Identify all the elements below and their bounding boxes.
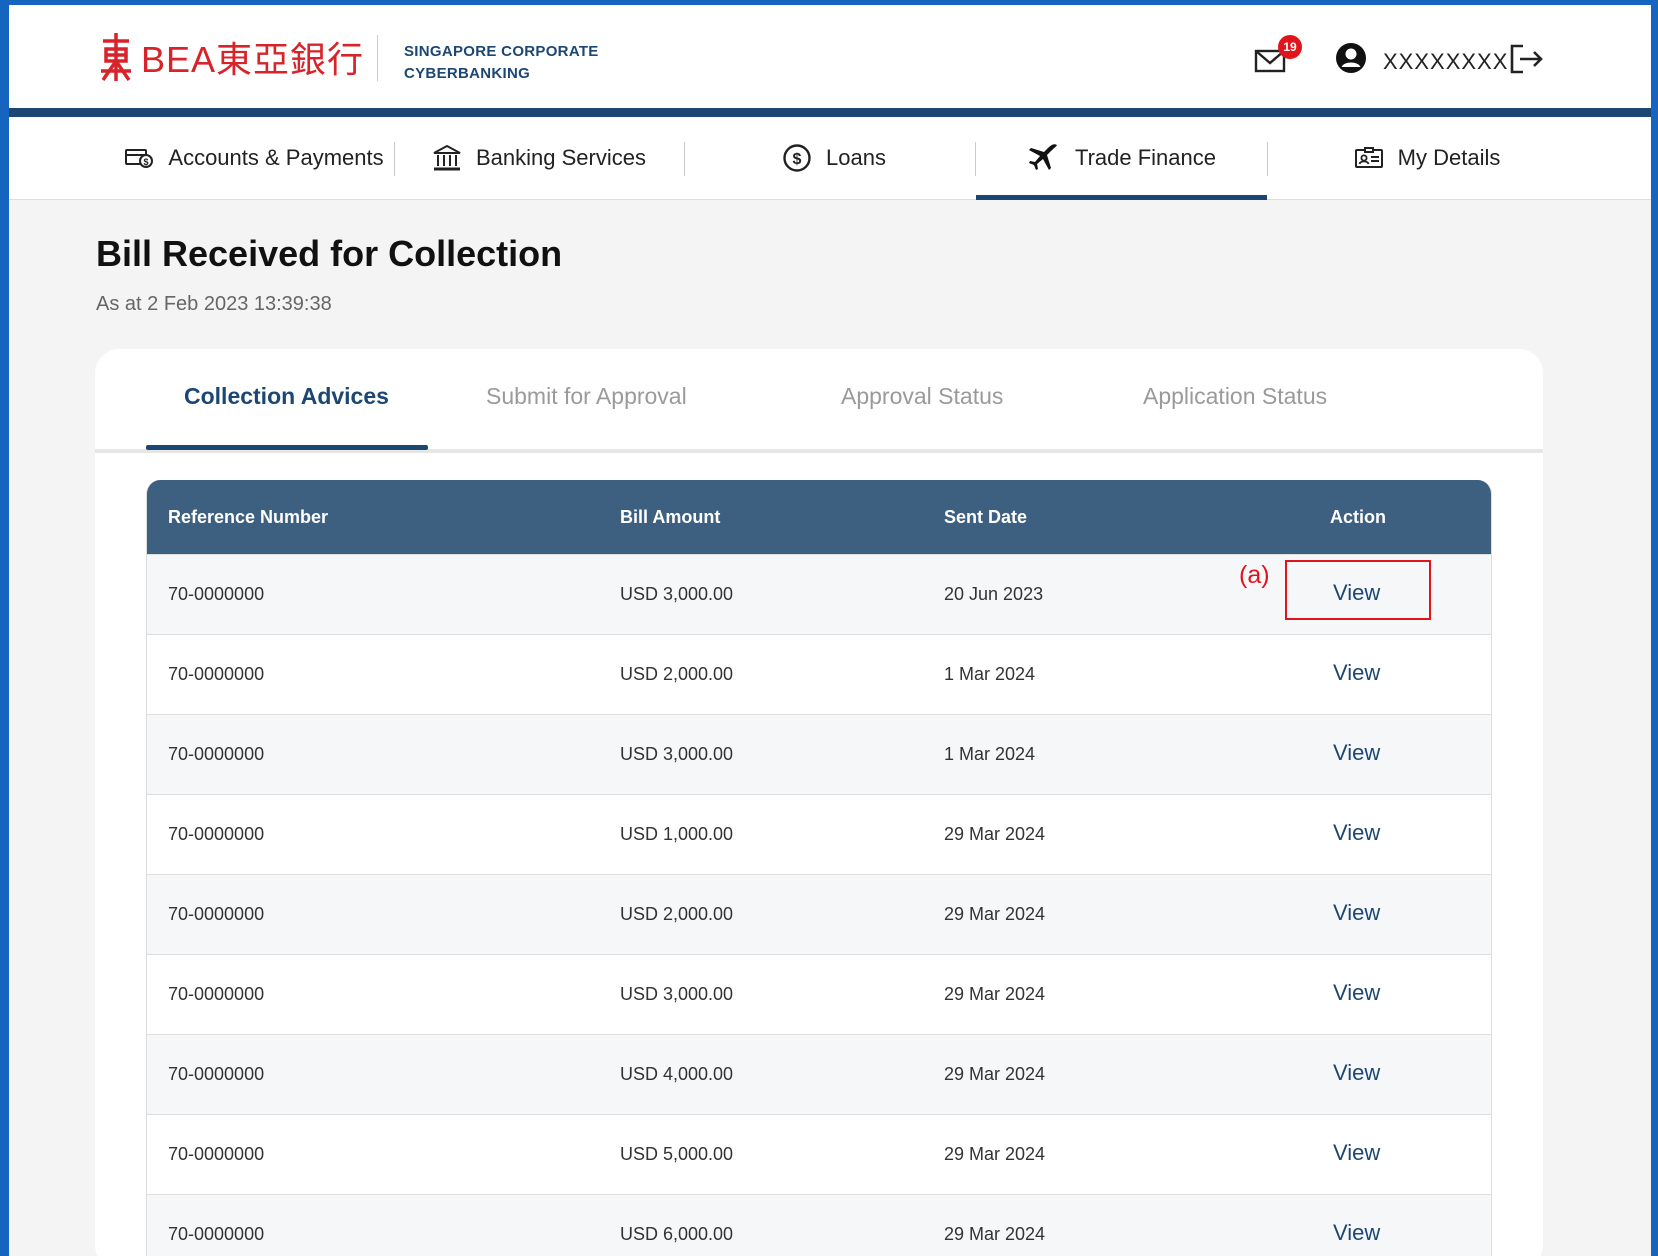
svg-text:$: $ [793,151,802,168]
view-button[interactable]: View [1333,740,1380,766]
cell-reference: 70-0000000 [168,984,265,1004]
view-button[interactable]: View [1333,1140,1380,1166]
table-row: 70-0000000 USD 3,000.00 29 Mar 2024 View [147,954,1491,1034]
top-header: BEA東亞銀行 SINGAPORE CORPORATE CYBERBANKING… [9,5,1651,108]
column-header-amount: Bill Amount [620,507,721,527]
nav-my-details[interactable]: My Details [1277,117,1577,199]
cell-date: 29 Mar 2024 [944,984,1046,1004]
cell-amount: USD 2,000.00 [620,904,734,924]
table-row: 70-0000000 USD 4,000.00 29 Mar 2024 View [147,1034,1491,1114]
view-button[interactable]: View [1333,660,1380,686]
table-row: 70-0000000 USD 2,000.00 1 Mar 2024 View [147,634,1491,714]
cell-reference: 70-0000000 [168,664,265,684]
tab-submit-for-approval[interactable]: Submit for Approval [486,383,687,410]
tab-application-status[interactable]: Application Status [1143,383,1327,410]
view-button[interactable]: View [1333,900,1380,926]
cell-amount: USD 3,000.00 [620,744,734,764]
cell-date: 1 Mar 2024 [944,664,1036,684]
column-header-action: Action [1330,507,1386,527]
airplane-icon [1028,144,1057,170]
bank-building-icon [433,144,461,171]
table-row: 70-0000000 USD 3,000.00 1 Mar 2024 View [147,714,1491,794]
cell-amount: USD 5,000.00 [620,1144,734,1164]
cell-amount: USD 4,000.00 [620,1064,734,1084]
cell-date: 20 Jun 2023 [944,584,1044,604]
cell-reference: 70-0000000 [168,1144,265,1164]
nav-accounts-payments[interactable]: $ Accounts & Payments [109,117,399,199]
cell-date: 29 Mar 2024 [944,1224,1046,1244]
cell-date: 29 Mar 2024 [944,1144,1046,1164]
id-card-icon [1354,147,1383,168]
tab-bar: Collection Advices Submit for Approval A… [95,349,1543,453]
cell-reference: 70-0000000 [168,1224,265,1244]
cell-reference: 70-0000000 [168,744,265,764]
cell-amount: USD 6,000.00 [620,1224,734,1244]
cell-amount: USD 3,000.00 [620,984,734,1004]
nav-label: Accounts & Payments [168,145,384,170]
cell-reference: 70-0000000 [168,824,265,844]
annotation-label: (a) [1239,561,1270,589]
table-row: 70-0000000 USD 6,000.00 29 Mar 2024 View [147,1194,1491,1256]
nav-loans[interactable]: $ Loans [699,117,969,199]
view-button[interactable]: View [1333,1060,1380,1086]
brand-subtitle-line2: CYBERBANKING [404,65,531,82]
nav-label: Trade Finance [1074,145,1217,170]
logo-divider [377,35,378,81]
user-avatar-icon[interactable] [1335,42,1367,74]
view-button[interactable]: View [1333,1220,1380,1246]
mail-badge: 19 [1278,35,1302,59]
logo-text: BEA東亞銀行 [141,39,365,80]
nav-active-indicator [976,195,1267,200]
nav-divider [684,142,685,176]
username[interactable]: XXXXXXXX [1383,49,1508,75]
table-header: Reference Number Bill Amount Sent Date A… [147,480,1491,554]
cell-amount: USD 3,000.00 [620,584,734,604]
nav-divider [1267,142,1268,176]
view-button[interactable]: View [1333,980,1380,1006]
table-row: 70-0000000 USD 3,000.00 20 Jun 2023 (a) … [147,554,1491,634]
cell-date: 29 Mar 2024 [944,904,1046,924]
view-button[interactable]: View [1333,580,1380,606]
app-window: BEA東亞銀行 SINGAPORE CORPORATE CYBERBANKING… [9,5,1651,1256]
view-button[interactable]: View [1333,820,1380,846]
logout-icon[interactable] [1509,43,1545,75]
dollar-coin-icon: $ [783,144,811,172]
main-nav: $ Accounts & Payments Banking Services $… [9,117,1651,200]
as-at-timestamp: As at 2 Feb 2023 13:39:38 [96,293,332,315]
cell-reference: 70-0000000 [168,1064,265,1084]
table-row: 70-0000000 USD 2,000.00 29 Mar 2024 View [147,874,1491,954]
cell-date: 29 Mar 2024 [944,1064,1046,1084]
cell-reference: 70-0000000 [168,584,265,604]
nav-divider [394,142,395,176]
bea-logo[interactable]: BEA東亞銀行 [97,31,364,83]
nav-banking-services[interactable]: Banking Services [404,117,674,199]
header-accent-bar [9,108,1651,117]
nav-label: Banking Services [476,145,646,170]
nav-label: Loans [826,145,886,170]
cell-amount: USD 2,000.00 [620,664,734,684]
cell-date: 29 Mar 2024 [944,824,1046,844]
cell-amount: USD 1,000.00 [620,824,734,844]
cell-reference: 70-0000000 [168,904,265,924]
cell-date: 1 Mar 2024 [944,744,1036,764]
tab-active-indicator [146,445,428,450]
column-header-date: Sent Date [944,507,1028,527]
column-header-reference: Reference Number [168,507,329,527]
bea-emblem-icon [101,33,131,81]
table-body: 70-0000000 USD 3,000.00 20 Jun 2023 (a) … [147,554,1491,1256]
brand-subtitle: SINGAPORE CORPORATE CYBERBANKING [404,41,599,85]
collection-advices-table: Reference Number Bill Amount Sent Date A… [146,480,1492,1256]
nav-trade-finance[interactable]: Trade Finance [976,117,1267,199]
tab-collection-advices[interactable]: Collection Advices [184,383,389,410]
nav-label: My Details [1397,145,1501,170]
svg-text:$: $ [144,157,149,167]
table-row: 70-0000000 USD 1,000.00 29 Mar 2024 View [147,794,1491,874]
card-payment-icon: $ [125,149,154,168]
brand-subtitle-line1: SINGAPORE CORPORATE [404,43,599,60]
page-title: Bill Received for Collection [96,233,563,274]
table-row: 70-0000000 USD 5,000.00 29 Mar 2024 View [147,1114,1491,1194]
tab-approval-status[interactable]: Approval Status [841,383,1003,410]
content-card: Collection Advices Submit for Approval A… [95,349,1543,1256]
